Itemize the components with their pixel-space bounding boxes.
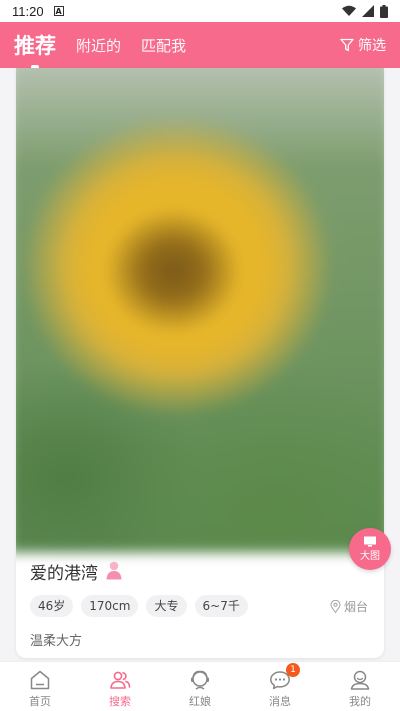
tag-income: 6~7千 — [194, 595, 248, 617]
notification-a-icon: A — [53, 6, 64, 16]
profile-location: 烟台 — [330, 598, 368, 615]
big-image-button[interactable]: 大图 — [349, 528, 391, 570]
nav-matchmaker[interactable]: 红娘 — [160, 662, 240, 711]
profile-card[interactable]: 爱的港湾 46岁 170cm 大专 6~7千 烟台 温柔大方 — [16, 68, 384, 658]
wifi-icon — [342, 5, 356, 16]
nav-search[interactable]: 搜索 — [80, 662, 160, 711]
big-image-label: 大图 — [360, 551, 380, 562]
tab-recommend[interactable]: 推荐 — [14, 30, 56, 69]
tab-nearby[interactable]: 附近的 — [76, 35, 121, 56]
female-icon — [106, 561, 122, 580]
users-icon — [110, 671, 131, 689]
nav-matchmaker-label: 红娘 — [189, 695, 211, 708]
filter-button[interactable]: 筛选 — [340, 35, 386, 55]
status-icons — [342, 4, 388, 18]
status-bar: 11:20 A — [0, 0, 400, 22]
nav-search-label: 搜索 — [109, 695, 131, 708]
nav-home[interactable]: 首页 — [0, 662, 80, 711]
profile-name: 爱的港湾 — [30, 564, 98, 584]
profile-icon — [350, 670, 370, 690]
location-pin-icon — [330, 600, 341, 613]
location-text: 烟台 — [343, 600, 368, 614]
profile-intro: 温柔大方 — [30, 634, 83, 649]
tag-age: 46岁 — [30, 595, 74, 617]
matchmaker-icon — [191, 670, 209, 690]
nav-profile-label: 我的 — [349, 695, 371, 708]
profile-photo[interactable] — [16, 68, 384, 553]
profile-tags: 46岁 170cm 大专 6~7千 — [30, 595, 248, 617]
top-header: 推荐 附近的 匹配我 筛选 — [0, 22, 400, 69]
home-icon — [30, 670, 50, 690]
nav-messages-label: 消息 — [269, 695, 291, 708]
tag-education: 大专 — [146, 595, 187, 617]
battery-icon — [380, 4, 388, 18]
tag-height: 170cm — [81, 595, 139, 617]
tab-match-me[interactable]: 匹配我 — [141, 35, 186, 56]
nav-messages[interactable]: 1 消息 — [240, 662, 320, 711]
signal-icon — [362, 5, 374, 17]
image-icon — [364, 536, 376, 547]
message-badge: 1 — [286, 663, 300, 677]
nav-home-label: 首页 — [29, 695, 51, 708]
nav-profile[interactable]: 我的 — [320, 662, 400, 711]
status-time: 11:20 — [12, 3, 44, 19]
filter-icon — [340, 38, 354, 52]
filter-label: 筛选 — [358, 38, 386, 54]
bottom-nav: 首页 搜索 红娘 1 消息 我的 — [0, 661, 400, 711]
